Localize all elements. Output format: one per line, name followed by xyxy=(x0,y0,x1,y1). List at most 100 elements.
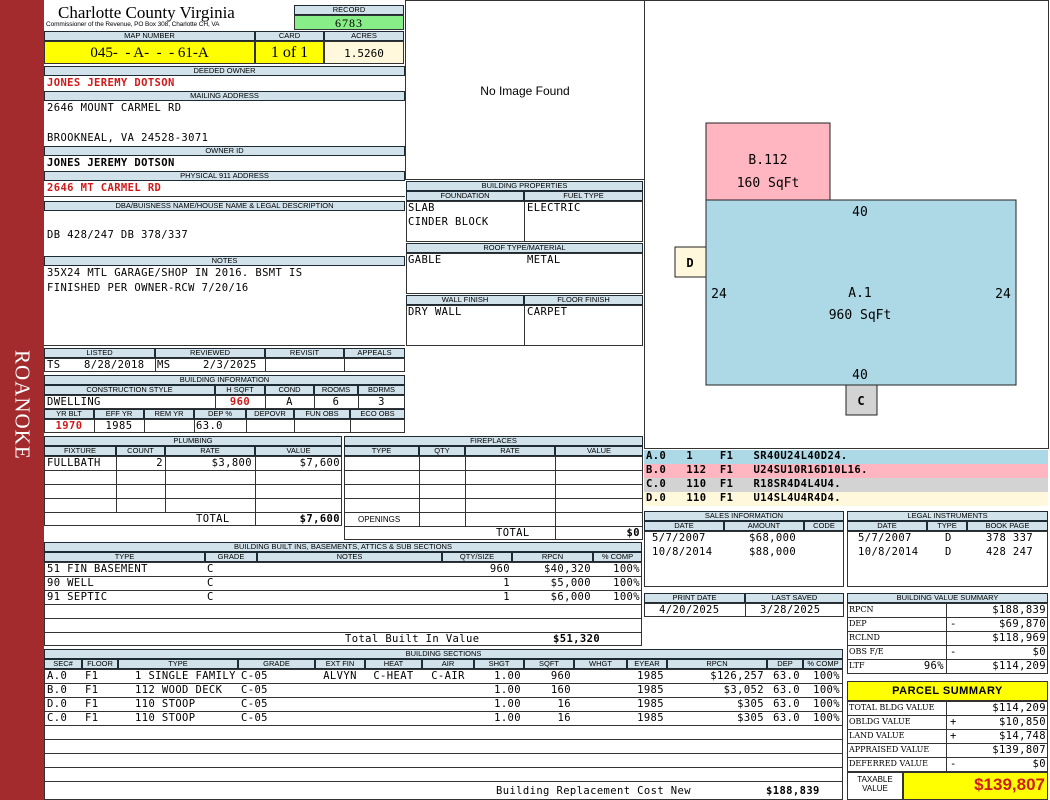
parcel-summary-key: OBLDG VALUE xyxy=(849,717,911,726)
legal-label: DBA/BUISNESS NAME/HOUSE NAME & LEGAL DES… xyxy=(44,201,405,211)
section-cell: C-05 xyxy=(241,684,268,696)
sketch-d-label: D xyxy=(686,256,693,270)
sale-2-amount: $88,000 xyxy=(749,546,797,558)
sections-header: AIR xyxy=(422,659,474,669)
builtins-row-type: 90 WELL xyxy=(47,577,95,589)
yrblt-label: YR BLT xyxy=(44,409,94,419)
section-cell: $126,257 xyxy=(710,670,764,682)
parcel-summary-value: $14,748 xyxy=(998,730,1046,742)
map-number: 045- - A- - - 61-A xyxy=(90,45,209,61)
plumbing-value: $7,600 xyxy=(299,457,340,469)
taxable-value: $139,807 xyxy=(974,775,1045,794)
section-cell: C-HEAT xyxy=(373,670,414,682)
sketch-legend-row: A.0 1 F1 SR40U24L40D24. xyxy=(644,450,1048,464)
sections-header: WHGT xyxy=(574,659,627,669)
roof-material: METAL xyxy=(527,254,561,266)
reviewed-date: 2/3/2025 xyxy=(203,359,257,371)
value-summary-value: $69,870 xyxy=(998,618,1046,630)
sketch-b-area: 160 SqFt xyxy=(737,176,800,191)
sections-header: SQFT xyxy=(524,659,574,669)
instrument-1-date: 5/7/2007 xyxy=(858,532,912,544)
card-number: 1 of 1 xyxy=(270,44,309,61)
sections-header: SEC# xyxy=(44,659,82,669)
section-cell: C.0 xyxy=(47,712,68,724)
revisit-label: REVISIT xyxy=(265,348,344,358)
value-summary-label: BUILDING VALUE SUMMARY xyxy=(847,593,1048,603)
builtins-row-grade: C xyxy=(207,563,214,575)
plumbing-total: $7,600 xyxy=(299,513,340,525)
map-number-label: MAP NUMBER xyxy=(44,31,255,41)
style-label: CONSTRUCTION STYLE xyxy=(44,385,215,395)
section-cell: 63.0 xyxy=(773,684,800,696)
deeded-owner: JONES JEREMY DOTSON xyxy=(47,77,175,89)
acres-value: 1.5260 xyxy=(344,47,384,60)
foundation-1: SLAB xyxy=(408,202,435,214)
bdrms-label: BDRMS xyxy=(358,385,405,395)
fireplace-value-header: VALUE xyxy=(555,446,643,456)
section-cell: 1985 xyxy=(637,712,664,724)
bdrms: 3 xyxy=(378,396,385,408)
owner-id-label: OWNER ID xyxy=(44,146,405,156)
rooms: 6 xyxy=(332,396,340,408)
builtins-rpcn-header: RPCN xyxy=(512,552,593,562)
section-cell: 160 xyxy=(550,684,571,696)
sections-header: % COMP xyxy=(803,659,843,669)
sketch-dim-right: 24 xyxy=(995,287,1011,302)
parcel-summary-value: $10,850 xyxy=(998,716,1046,728)
section-cell: C-05 xyxy=(241,698,268,710)
sketch-c-label: C xyxy=(857,394,864,408)
sales-date-header: DATE xyxy=(644,521,724,531)
sketch-a-area: 960 SqFt xyxy=(829,308,892,323)
sketch-dim-left: 24 xyxy=(711,287,727,302)
listed-date: 8/28/2018 xyxy=(84,359,145,371)
instruments-type-header: TYPE xyxy=(927,521,967,531)
sketch-legend-row: C.0 110 F1 R18SR4D4L4U4. xyxy=(644,478,1048,492)
section-cell: 1985 xyxy=(637,684,664,696)
builtins-notes-header: NOTES xyxy=(257,552,442,562)
sections-header: DEP xyxy=(767,659,803,669)
appeals-label: APPEALS xyxy=(344,348,405,358)
builtins-comp-header: % COMP xyxy=(593,552,642,562)
value-summary-key: RPCN xyxy=(849,605,874,614)
builtins-row-qty: 1 xyxy=(503,577,510,589)
builtins-type-header: TYPE xyxy=(44,552,205,562)
section-cell: F1 xyxy=(85,712,99,724)
taxable-label: TAXABLE VALUE xyxy=(857,775,893,793)
fireplaces-label: FIREPLACES xyxy=(344,436,643,446)
building-info-label: BUILDING INFORMATION xyxy=(44,375,405,385)
section-cell: 1.00 xyxy=(494,670,521,682)
depovr-label: DEPOVR xyxy=(246,409,294,419)
sale-1-date: 5/7/2007 xyxy=(652,532,706,544)
section-cell: F1 xyxy=(85,684,99,696)
fireplace-openings: OPENINGS xyxy=(358,515,401,524)
value-summary-key: OBS F/E xyxy=(849,647,884,656)
physical-address-label: PHYSICAL 911 ADDRESS xyxy=(44,171,405,181)
last-saved-label: LAST SAVED xyxy=(745,593,844,603)
parcel-summary-value: $0 xyxy=(1032,758,1046,770)
reviewed-by: MS xyxy=(157,359,171,371)
sections-label: BUILDING SECTIONS xyxy=(44,649,843,659)
sale-1-amount: $68,000 xyxy=(749,532,797,544)
last-saved: 3/28/2025 xyxy=(760,604,821,616)
section-cell: 100% xyxy=(813,684,840,696)
value-summary-value: $114,209 xyxy=(992,660,1046,672)
parcel-summary-value: $114,209 xyxy=(992,702,1046,714)
value-summary-value: $118,969 xyxy=(992,632,1046,644)
ecoobs-label: ECO OBS xyxy=(350,409,405,419)
sections-header: SHGT xyxy=(474,659,524,669)
record-label: RECORD xyxy=(294,5,404,15)
sidebar-label: ROANOKE xyxy=(10,350,35,460)
value-summary-value: $188,839 xyxy=(992,604,1046,616)
value-summary-key: LTF xyxy=(849,661,865,670)
fuel-type: ELECTRIC xyxy=(527,202,581,214)
listed-by: TS xyxy=(47,359,61,371)
instruments-label: LEGAL INSTRUMENTS xyxy=(847,511,1048,521)
legal-description: DB 428/247 DB 378/337 xyxy=(47,229,189,241)
building-properties-label: BUILDING PROPERTIES xyxy=(406,181,643,191)
foundation-label: FOUNDATION xyxy=(406,191,524,201)
owner-id: JONES JEREMY DOTSON xyxy=(47,157,175,169)
instrument-1-book: 378 337 xyxy=(986,532,1034,544)
plumbing-rate-header: RATE xyxy=(165,446,255,456)
parcel-summary-key: LAND VALUE xyxy=(849,731,905,740)
section-cell: B.0 xyxy=(47,684,68,696)
